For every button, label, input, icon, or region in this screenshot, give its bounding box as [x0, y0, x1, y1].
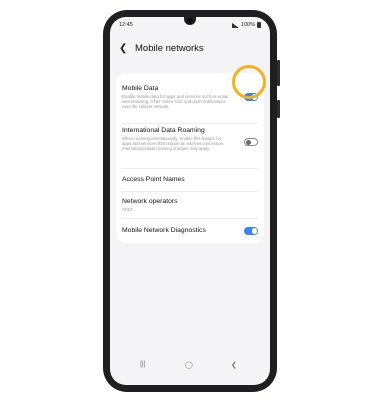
highlight-circle [232, 65, 266, 99]
battery-icon [257, 22, 261, 28]
divider [122, 168, 258, 169]
roaming-toggle[interactable] [244, 138, 258, 146]
setting-description: When roaming internationally, enable thi… [122, 135, 225, 151]
divider [122, 218, 258, 219]
setting-description: Enable mobile data for apps and services… [122, 93, 230, 109]
setting-access-point-names[interactable]: Access Point Names [122, 176, 258, 183]
battery-percent: 100% [240, 22, 255, 28]
recents-icon[interactable]: ||| [140, 361, 145, 368]
toggle-knob [245, 139, 251, 145]
home-icon[interactable]: ◯ [185, 361, 193, 369]
signal-icon [231, 22, 239, 28]
page-title: Mobile networks [135, 43, 204, 54]
volume-button [277, 60, 280, 86]
setting-international-roaming[interactable]: International Data Roaming When roaming … [122, 127, 258, 151]
navigation-bar: ||| ◯ ❮ [110, 361, 270, 375]
setting-network-operators[interactable]: Network operators AT&T [122, 198, 258, 212]
setting-title: Mobile Network Diagnostics [122, 227, 206, 234]
page-header: ❮ Mobile networks [119, 43, 204, 54]
setting-description: AT&T [122, 206, 133, 212]
power-button [277, 100, 280, 118]
status-time: 12:45 [119, 22, 133, 28]
status-icons: 100% [231, 22, 261, 28]
back-nav-icon[interactable]: ❮ [231, 361, 237, 369]
camera-notch [184, 17, 196, 25]
setting-title: Network operators [122, 198, 178, 205]
settings-card: Mobile Data Enable mobile data for apps … [116, 73, 264, 243]
chevron-left-icon[interactable]: ❮ [119, 43, 131, 54]
divider [122, 123, 258, 124]
setting-title: Access Point Names [122, 176, 185, 183]
divider [122, 191, 258, 192]
setting-title: International Data Roaming [122, 127, 205, 134]
diagnostics-toggle[interactable] [244, 227, 258, 235]
toggle-knob [251, 228, 257, 234]
setting-network-diagnostics[interactable]: Mobile Network Diagnostics [122, 227, 258, 235]
